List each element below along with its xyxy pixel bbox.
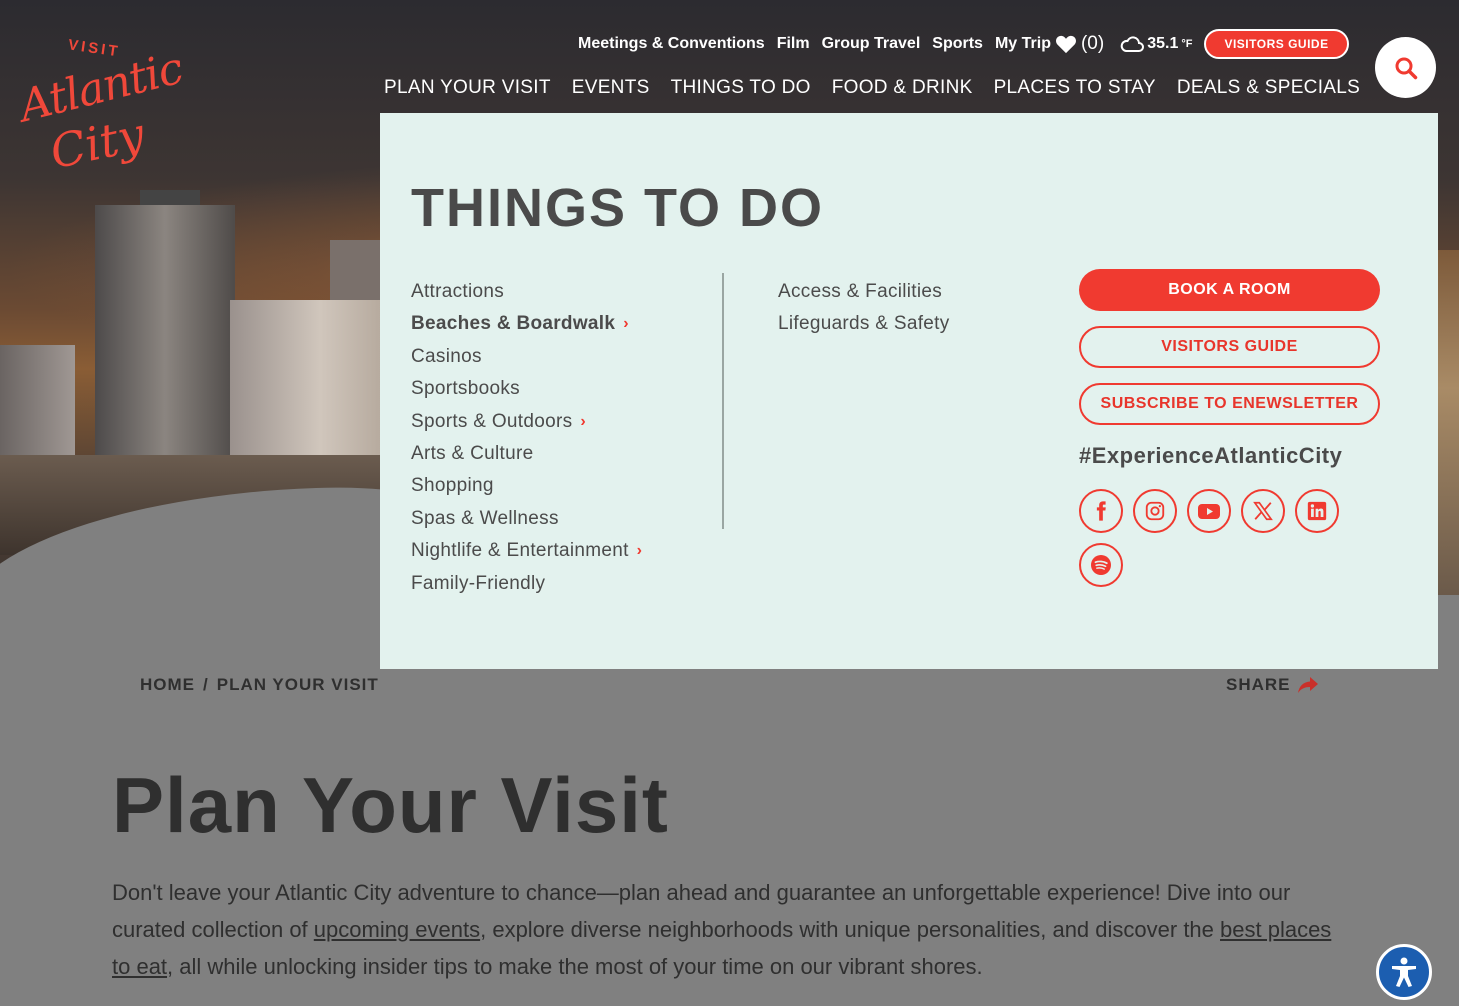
- share-button[interactable]: SHARE: [1226, 675, 1319, 695]
- util-meetings[interactable]: Meetings & Conventions: [578, 35, 765, 53]
- column-divider: [722, 273, 724, 529]
- menu-item-arts-culture[interactable]: Arts & Culture: [411, 438, 642, 470]
- search-button[interactable]: [1375, 37, 1436, 98]
- nav-things-to-do[interactable]: THINGS TO DO: [671, 74, 813, 119]
- menu-item-sportsbooks[interactable]: Sportsbooks: [411, 373, 642, 405]
- chevron-right-icon: ›: [636, 542, 643, 560]
- upcoming-events-link[interactable]: upcoming events: [314, 917, 480, 942]
- menu-item-spas-wellness[interactable]: Spas & Wellness: [411, 503, 642, 535]
- youtube-icon: [1198, 504, 1220, 519]
- menu-item-nightlife[interactable]: Nightlife & Entertainment ›: [411, 535, 642, 567]
- facebook-icon: [1096, 501, 1106, 521]
- dropdown-column-1: Attractions Beaches & Boardwalk › Casinos…: [411, 276, 642, 600]
- util-group-travel[interactable]: Group Travel: [822, 35, 921, 53]
- instagram-icon: [1145, 501, 1165, 521]
- accessibility-button[interactable]: [1376, 944, 1432, 1000]
- util-film[interactable]: Film: [777, 35, 810, 53]
- chevron-right-icon: ›: [623, 315, 629, 333]
- subscribe-enewsletter-button[interactable]: SUBSCRIBE TO ENEWSLETTER: [1079, 383, 1380, 425]
- menu-item-family-friendly[interactable]: Family-Friendly: [411, 568, 642, 600]
- menu-item-casinos[interactable]: Casinos: [411, 341, 642, 373]
- util-sports[interactable]: Sports: [932, 35, 983, 53]
- dropdown-column-2: Access & Facilities Lifeguards & Safety: [778, 276, 950, 341]
- chevron-right-icon: ›: [580, 412, 587, 430]
- breadcrumb: HOME / PLAN YOUR VISIT: [140, 675, 379, 695]
- menu-item-label: Sports & Outdoors: [411, 410, 573, 432]
- share-arrow-icon: [1297, 677, 1318, 693]
- menu-item-label: Sportsbooks: [411, 378, 520, 400]
- menu-item-label: Beaches & Boardwalk: [411, 313, 616, 335]
- menu-item-label: Nightlife & Entertainment: [411, 540, 629, 562]
- youtube-link[interactable]: [1187, 489, 1231, 533]
- facebook-link[interactable]: [1079, 489, 1123, 533]
- menu-item-shopping[interactable]: Shopping: [411, 470, 642, 502]
- accessibility-icon: [1392, 957, 1416, 987]
- menu-item-label: Arts & Culture: [411, 443, 534, 465]
- hashtag: #ExperienceAtlanticCity: [1079, 443, 1343, 468]
- main-nav: PLAN YOUR VISIT EVENTS THINGS TO DO FOOD…: [384, 74, 1360, 119]
- trip-count: (0): [1080, 33, 1105, 54]
- share-label: SHARE: [1226, 675, 1291, 694]
- building: [0, 345, 75, 455]
- cloud-icon: [1120, 36, 1145, 52]
- nav-deals-specials[interactable]: DEALS & SPECIALS: [1177, 74, 1360, 104]
- my-trip-link[interactable]: My Trip (0): [995, 33, 1104, 55]
- book-a-room-button[interactable]: BOOK A ROOM: [1079, 269, 1380, 311]
- menu-item-label: Lifeguards & Safety: [778, 313, 950, 335]
- menu-item-label: Casinos: [411, 345, 482, 367]
- weather-unit: °F: [1181, 38, 1193, 50]
- intro-text: , explore diverse neighborhoods with uni…: [480, 917, 1221, 942]
- nav-places-to-stay[interactable]: PLACES TO STAY: [994, 74, 1156, 104]
- utility-nav: Meetings & Conventions Film Group Travel…: [578, 29, 1349, 59]
- nav-events[interactable]: EVENTS: [572, 74, 650, 104]
- menu-item-beaches-boardwalk[interactable]: Beaches & Boardwalk ›: [411, 308, 642, 340]
- page-title: Plan Your Visit: [112, 761, 669, 849]
- menu-item-lifeguards-safety[interactable]: Lifeguards & Safety: [778, 308, 950, 340]
- dropdown-title: THINGS TO DO: [411, 178, 825, 238]
- breadcrumb-home[interactable]: HOME: [140, 675, 195, 695]
- intro-text: , all while unlocking insider tips to ma…: [167, 954, 983, 979]
- menu-item-label: Shopping: [411, 475, 494, 497]
- visitors-guide-cta-button[interactable]: VISITORS GUIDE: [1079, 326, 1380, 368]
- menu-item-access-facilities[interactable]: Access & Facilities: [778, 276, 950, 308]
- menu-item-label: Spas & Wellness: [411, 507, 559, 529]
- intro-paragraph: Don't leave your Atlantic City adventure…: [112, 874, 1352, 985]
- x-icon: [1253, 501, 1273, 521]
- weather-widget: 35.1 °F: [1120, 35, 1192, 53]
- visitors-guide-button[interactable]: VISITORS GUIDE: [1204, 29, 1349, 59]
- linkedin-link[interactable]: [1295, 489, 1339, 533]
- social-links: [1079, 489, 1339, 587]
- nav-plan-your-visit[interactable]: PLAN YOUR VISIT: [384, 74, 551, 104]
- search-icon: [1395, 57, 1417, 79]
- linkedin-icon: [1307, 501, 1327, 521]
- instagram-link[interactable]: [1133, 489, 1177, 533]
- breadcrumb-separator: /: [203, 675, 209, 694]
- nav-food-drink[interactable]: FOOD & DRINK: [832, 74, 973, 104]
- menu-item-sports-outdoors[interactable]: Sports & Outdoors ›: [411, 406, 642, 438]
- site-logo[interactable]: VISIT Atlantic City: [14, 36, 187, 185]
- menu-item-label: Family-Friendly: [411, 572, 546, 594]
- hero-edge: [1438, 250, 1459, 595]
- spotify-icon: [1091, 555, 1111, 575]
- x-link[interactable]: [1241, 489, 1285, 533]
- spotify-link[interactable]: [1079, 543, 1123, 587]
- menu-item-label: Access & Facilities: [778, 281, 943, 302]
- weather-temp: 35.1: [1147, 35, 1179, 52]
- menu-item-label: Attractions: [411, 281, 505, 302]
- my-trip-label: My Trip: [994, 35, 1051, 52]
- heart-icon: [1055, 35, 1076, 54]
- things-to-do-dropdown: THINGS TO DO Attractions Beaches & Board…: [380, 113, 1438, 669]
- menu-item-attractions[interactable]: Attractions: [411, 276, 642, 308]
- breadcrumb-current: PLAN YOUR VISIT: [216, 675, 379, 694]
